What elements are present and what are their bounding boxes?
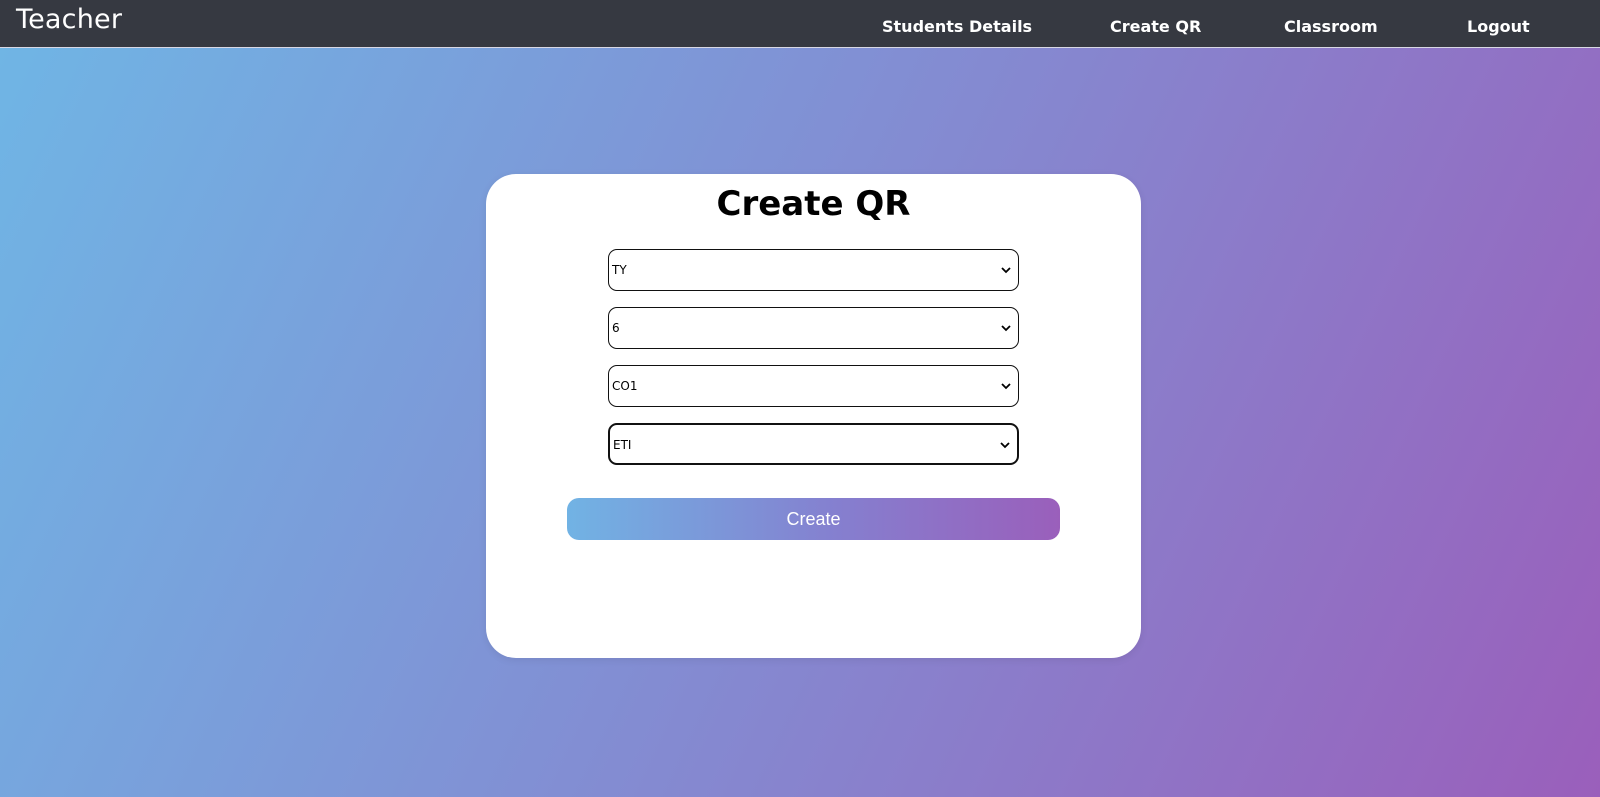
- chevron-down-icon: [1000, 442, 1010, 449]
- subject-select[interactable]: ETI: [608, 423, 1019, 465]
- nav-link-classroom[interactable]: Classroom: [1284, 17, 1378, 36]
- nav-link-students-details[interactable]: Students Details: [882, 17, 1032, 36]
- class-select[interactable]: CO1: [608, 365, 1019, 407]
- create-qr-card: Create QR TY 6 CO1 ETI Create: [486, 174, 1141, 658]
- year-select-value: TY: [612, 263, 627, 277]
- nav-link-logout[interactable]: Logout: [1467, 17, 1530, 36]
- chevron-down-icon: [1001, 325, 1011, 332]
- brand-title: Teacher: [16, 4, 123, 35]
- chevron-down-icon: [1001, 383, 1011, 390]
- semester-select[interactable]: 6: [608, 307, 1019, 349]
- year-select[interactable]: TY: [608, 249, 1019, 291]
- page-title: Create QR: [716, 184, 911, 224]
- chevron-down-icon: [1001, 267, 1011, 274]
- nav-link-create-qr[interactable]: Create QR: [1110, 17, 1201, 36]
- class-select-value: CO1: [612, 379, 638, 393]
- subject-select-value: ETI: [613, 438, 632, 452]
- top-navbar: Teacher Students Details Create QR Class…: [0, 0, 1600, 48]
- create-button[interactable]: Create: [567, 498, 1060, 540]
- semester-select-value: 6: [612, 321, 620, 335]
